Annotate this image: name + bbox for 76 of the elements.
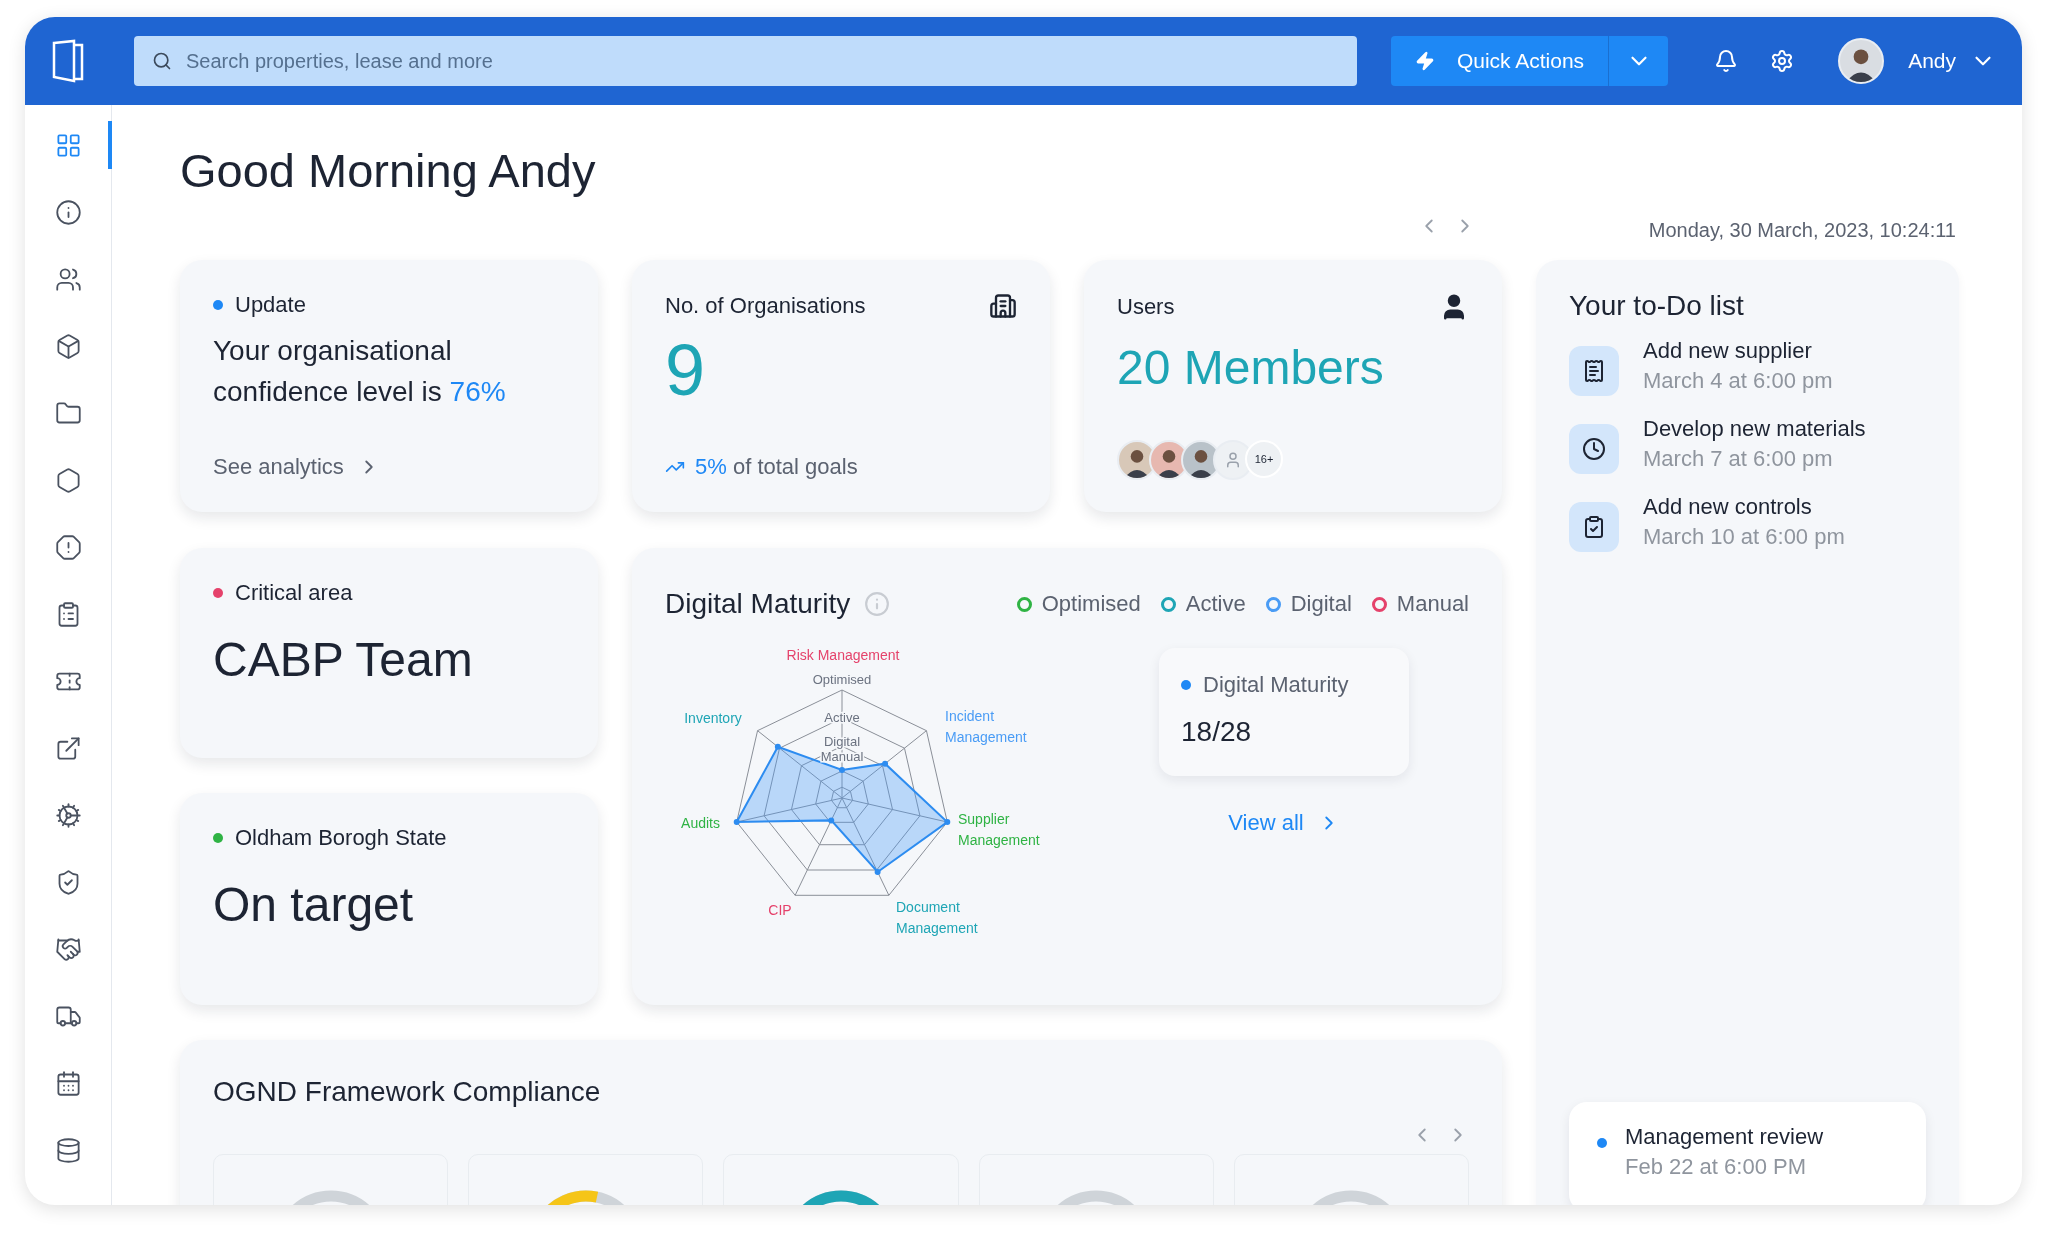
data-point [733,819,740,826]
card-label: Oldham Borogh State [235,825,447,851]
task-title: Management review [1625,1124,1824,1150]
axis-label: Audits [681,815,720,831]
task-title: Add new supplier [1643,338,1813,364]
see-analytics-link[interactable]: See analytics [213,454,380,480]
trend-text: 5% of total goals [695,454,858,480]
task-time: Feb 22 at 6:00 PM [1625,1154,1807,1180]
card-label: Update [235,292,306,318]
clipboard-check-icon [1569,502,1619,552]
building-icon [989,292,1017,320]
search-field[interactable]: Search properties, lease and more [134,36,1357,86]
members-count: 20 Members [1117,340,1385,396]
handshake-icon [55,935,82,963]
level-label: Digital [823,734,861,749]
confidence-text: Your organisational confidence level is 76% [213,334,507,409]
info-icon [55,198,82,226]
legend-label: Active [1185,591,1246,617]
greeting: Good Morning Andy [180,143,597,199]
receipt-icon [1569,346,1619,396]
database-icon [55,1136,82,1164]
axis-label: CIP [768,902,792,918]
task-title: Add new controls [1643,494,1813,520]
legend-label: Digital [1290,591,1352,617]
data-point [828,817,835,824]
date-time: Monday, 30 March, 2023, 10:24:11 [1647,218,1957,242]
level-label: Optimised [812,672,872,687]
notifications-button[interactable] [1714,49,1739,73]
door-logo-icon [50,39,86,83]
bell-icon [1714,49,1739,73]
maturity-score: 18/28 [1181,716,1253,748]
external-link-icon [55,734,82,762]
alert-icon [55,533,82,561]
organisations-count: 9 [665,329,707,412]
card-title: Digital Maturity [665,588,851,620]
level-label: Manual [820,749,864,764]
search-icon [152,51,172,71]
quick-actions-button[interactable]: Quick Actions [1390,36,1609,86]
task-time: March 10 at 6:00 pm [1643,524,1845,550]
data-point [944,819,951,826]
data-point [882,760,889,767]
legend-label: Optimised [1041,591,1141,617]
card-label: Users [1117,294,1175,320]
axis-label: Supplier Management [958,811,1040,848]
task-time: March 7 at 6:00 pm [1643,446,1834,472]
data-point [839,766,845,773]
data-point [874,868,881,875]
panel-title: Your to-Do list [1569,290,1745,322]
cog-icon [55,801,82,829]
box-icon [55,332,82,360]
avatar [1838,38,1885,84]
status-value: On target [213,877,415,933]
settings-icon [1770,49,1795,73]
level-label: Active [824,710,860,725]
clock-icon [1569,424,1619,474]
axis-label: Document Management [896,899,978,936]
user-menu[interactable]: Andy [1908,48,1996,74]
settings-button[interactable] [1770,49,1795,73]
grid-icon [55,131,82,159]
task-time: March 4 at 6:00 pm [1643,368,1833,394]
status-value: CABP Team [213,632,474,688]
axis-label: Inventory [684,710,742,726]
task-title: Develop new materials [1643,416,1866,442]
lightning-icon [1414,51,1435,71]
card-label: Digital Maturity [1203,672,1349,698]
card-label: No. of Organisations [665,293,866,319]
axis-label: Risk Management [786,647,900,663]
view-all-link[interactable]: View all [1228,810,1340,836]
card-title: OGND Framework Compliance [213,1076,602,1108]
more-members-count: 16+ [1245,440,1283,478]
legend-label: Manual [1396,591,1469,617]
data-point [774,743,781,750]
calendar-icon [55,1069,82,1097]
card-label: Critical area [235,580,353,606]
hexagon-icon [55,466,82,494]
axis-label: Incident Management [945,708,1027,745]
